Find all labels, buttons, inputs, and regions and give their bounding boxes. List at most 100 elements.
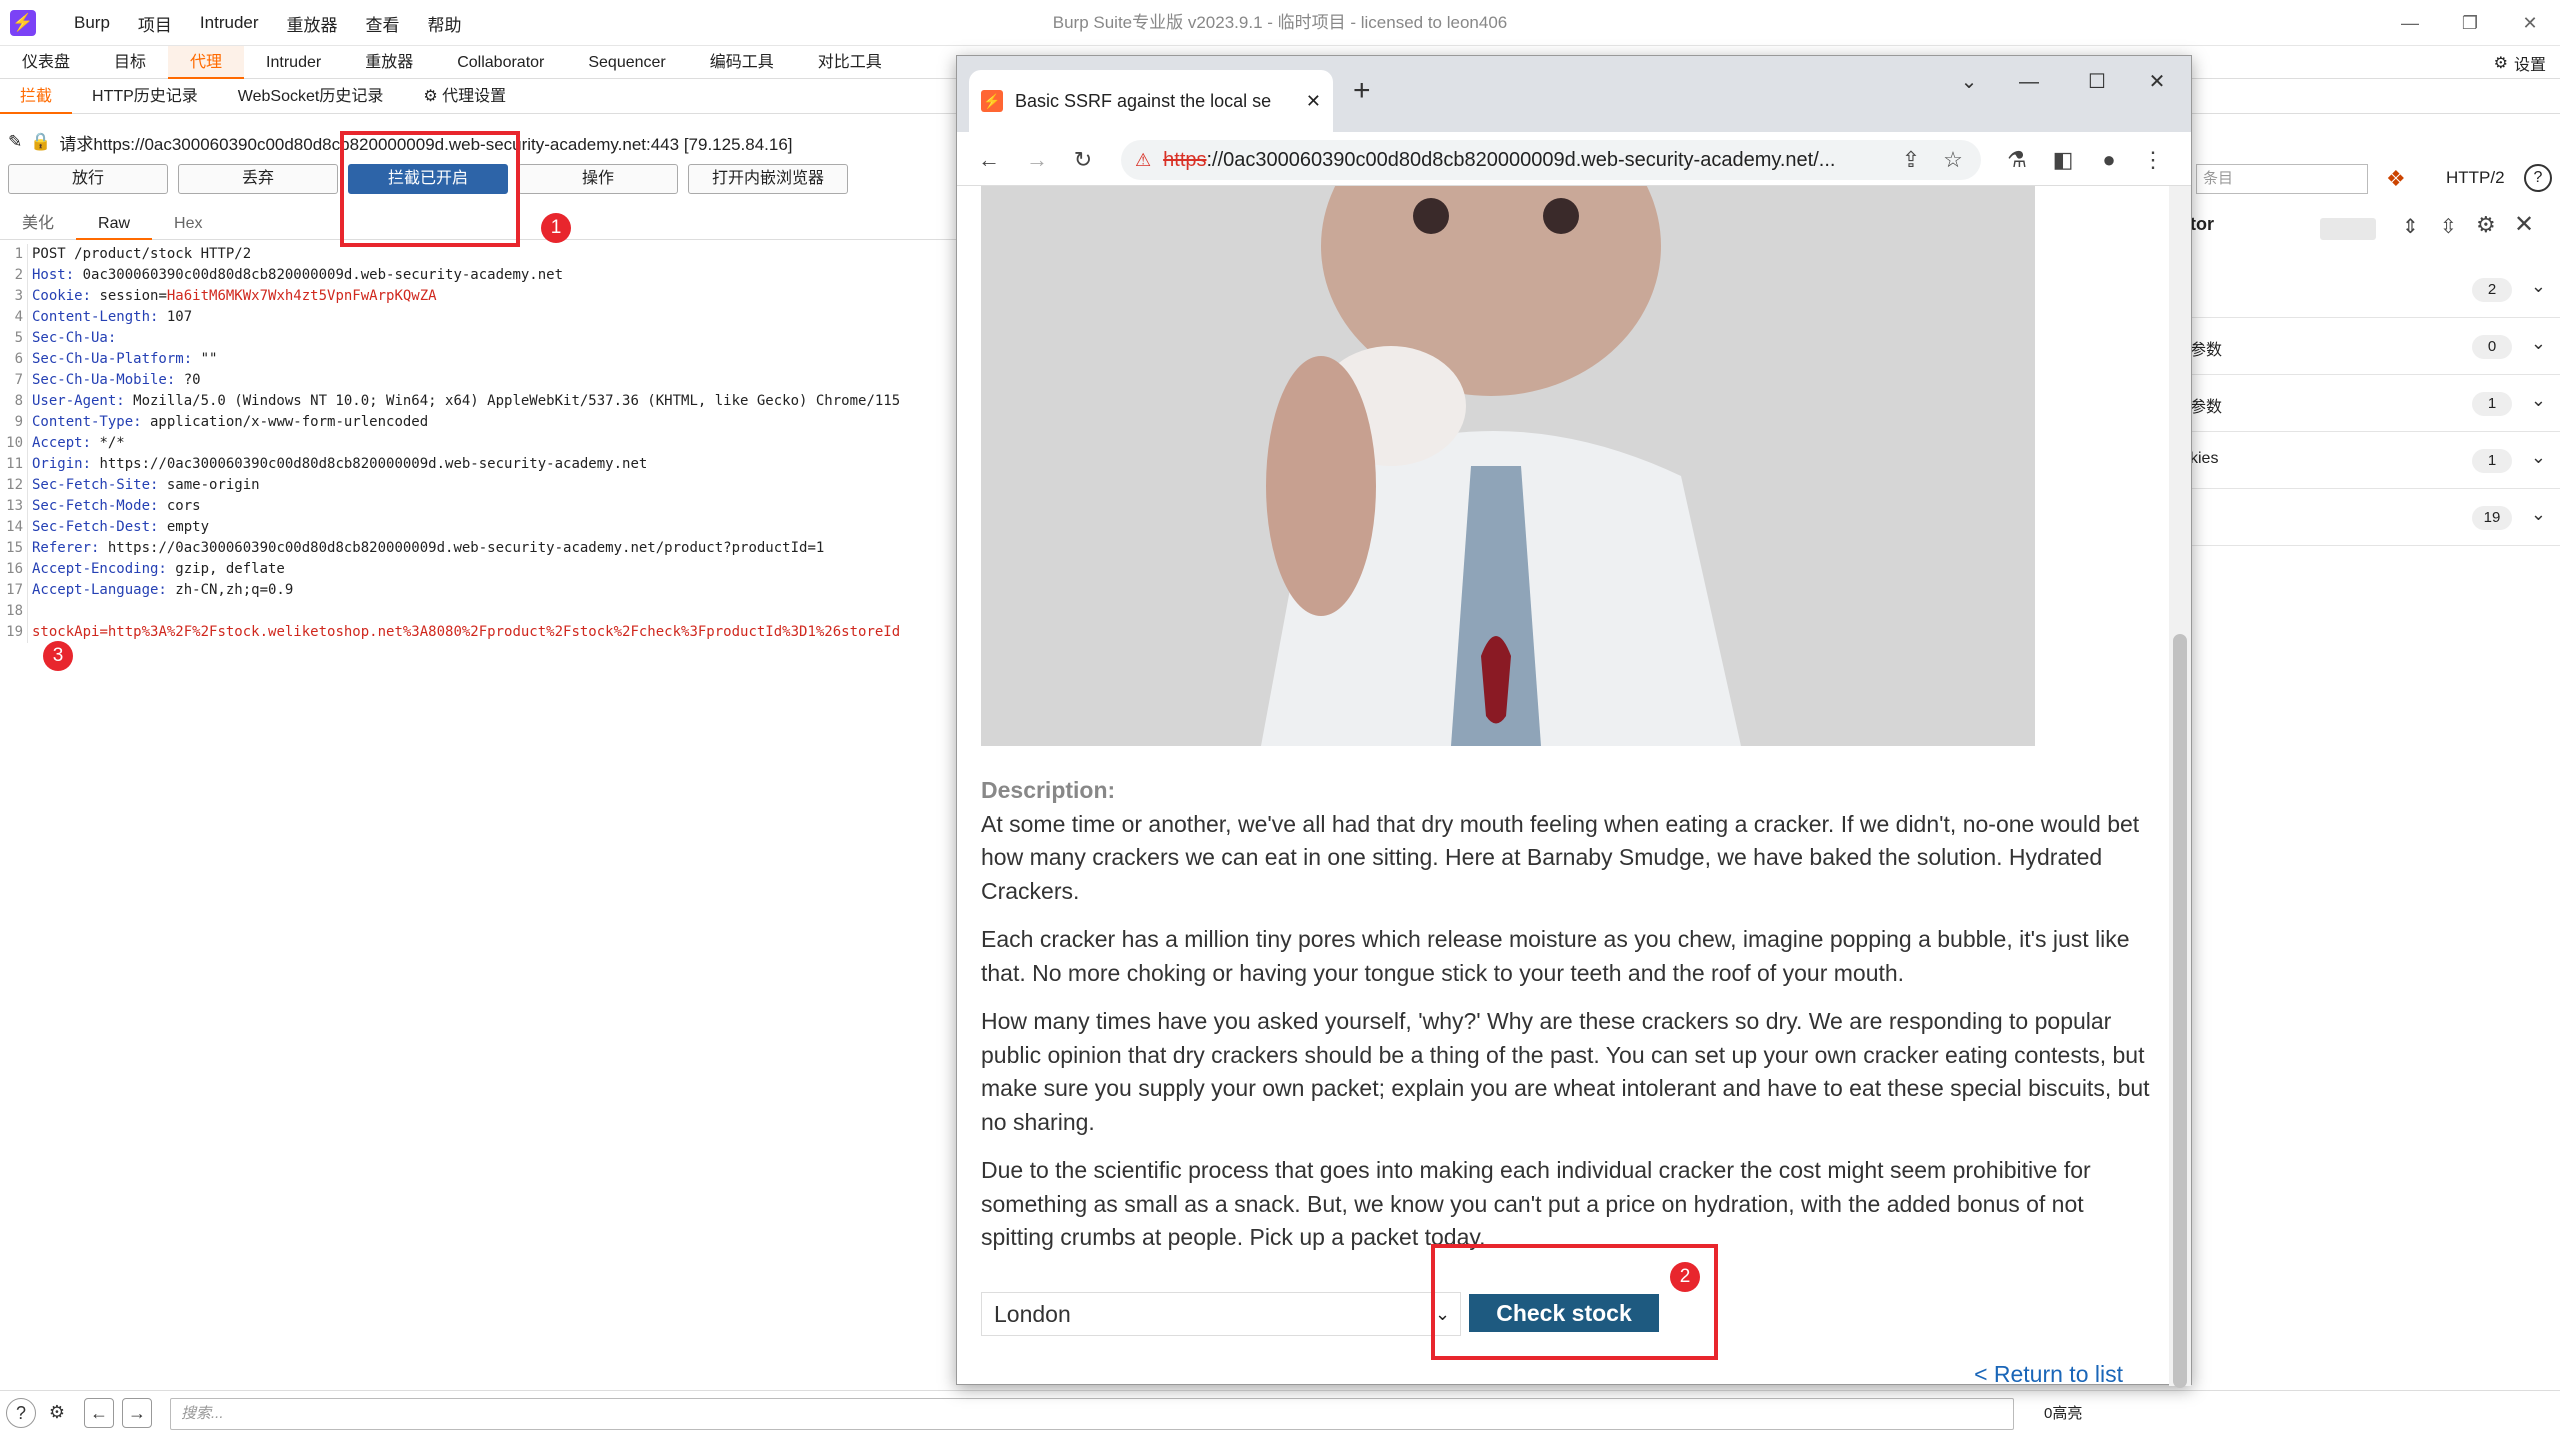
tab-websocket-history[interactable]: WebSocket历史记录 <box>218 80 404 114</box>
tab-target[interactable]: 目标 <box>92 46 168 79</box>
description-paragraph: Due to the scientific process that goes … <box>981 1157 2091 1250</box>
tab-repeater[interactable]: 重放器 <box>343 46 435 79</box>
inspector-row[interactable]: 参数 1 ⌄ <box>2190 376 2560 432</box>
forward-arrow-icon[interactable]: → <box>1021 144 1053 176</box>
request-line[interactable]: 14 Sec-Fetch-Dest: empty <box>0 517 956 538</box>
request-line[interactable]: 12 Sec-Fetch-Site: same-origin <box>0 475 956 496</box>
inspector-row[interactable]: 参数 0 ⌄ <box>2190 319 2560 375</box>
gear-icon[interactable]: ⚙ <box>2476 212 2496 238</box>
store-select[interactable]: London <box>981 1292 1461 1336</box>
vertical-scrollbar[interactable] <box>2169 186 2191 1388</box>
tab-intruder[interactable]: Intruder <box>244 46 343 79</box>
settings-button[interactable]: ⚙ 设置 <box>2494 46 2546 79</box>
layout-toggle[interactable] <box>2320 218 2376 240</box>
tab-http-history[interactable]: HTTP历史记录 <box>72 80 218 114</box>
share-icon[interactable]: ⇪ <box>1895 144 1927 176</box>
tab-comparer[interactable]: 对比工具 <box>796 46 904 79</box>
annotation-badge: 1 <box>541 213 571 243</box>
close-window-icon[interactable]: ✕ <box>2500 0 2560 46</box>
inspector-row[interactable]: kies 1 ⌄ <box>2190 433 2560 489</box>
expand-icon[interactable]: ⇕ <box>2402 214 2419 239</box>
return-to-list-link[interactable]: < Return to list <box>1974 1361 2123 1386</box>
tab-raw[interactable]: Raw <box>76 208 153 240</box>
reload-icon[interactable]: ↻ <box>1067 144 1099 176</box>
request-line[interactable]: 18 <box>0 601 956 622</box>
open-browser-button[interactable]: 打开内嵌浏览器 <box>688 164 848 194</box>
scrollbar-thumb[interactable] <box>2173 634 2187 1388</box>
count-badge: 2 <box>2472 278 2512 302</box>
request-line[interactable]: 2 Host: 0ac300060390c00d80d8cb820000009d.… <box>0 265 956 286</box>
line-number: 17 <box>0 580 28 601</box>
request-line[interactable]: 7 Sec-Ch-Ua-Mobile: ?0 <box>0 370 956 391</box>
restore-icon[interactable]: ❐ <box>2440 0 2500 46</box>
close-icon[interactable]: ✕ <box>2514 210 2534 239</box>
request-line[interactable]: 15 Referer: https://0ac300060390c00d80d8c… <box>0 538 956 559</box>
back-arrow-icon[interactable]: ← <box>84 1398 114 1428</box>
address-bar[interactable]: ⚠ https://0ac300060390c00d80d8cb82000000… <box>1121 140 1981 180</box>
request-line[interactable]: 5 Sec-Ch-Ua: <box>0 328 956 349</box>
browser-tab[interactable]: ⚡ Basic SSRF against the local se ✕ <box>969 70 1333 132</box>
line-number: 12 <box>0 475 28 496</box>
tab-proxy-settings[interactable]: ⚙ 代理设置 <box>403 80 526 114</box>
tab-pretty[interactable]: 美化 <box>0 208 76 240</box>
request-line[interactable]: 10 Accept: */* <box>0 433 956 454</box>
new-tab-icon[interactable]: + <box>1353 74 1371 108</box>
request-line[interactable]: 19 stockApi=http%3A%2F%2Fstock.weliketosh… <box>0 622 956 643</box>
pencil-icon[interactable]: ✎ <box>8 132 22 152</box>
request-line[interactable]: 3 Cookie: session=Ha6itM6MKWx7Wxh4zt5VpnF… <box>0 286 956 307</box>
extensions-icon[interactable]: ⚗ <box>2001 144 2033 176</box>
line-content: Host: 0ac300060390c00d80d8cb820000009d.w… <box>32 267 564 283</box>
gear-icon[interactable]: ⚙ <box>42 1398 72 1428</box>
request-editor[interactable]: 1 POST /product/stock HTTP/2 2 Host: 0ac300… <box>0 244 956 1384</box>
back-arrow-icon[interactable]: ← <box>973 144 1005 176</box>
annotation-badge: 3 <box>43 641 73 671</box>
tab-dashboard[interactable]: 仪表盘 <box>0 46 92 79</box>
maximize-icon[interactable]: ☐ <box>2071 62 2123 102</box>
annotation-box-check-stock <box>1431 1244 1718 1360</box>
tab-proxy[interactable]: 代理 <box>168 45 245 79</box>
tab-search-chevron-icon[interactable]: ⌄ <box>1943 62 1995 102</box>
request-line[interactable]: 9 Content-Type: application/x-www-form-ur… <box>0 412 956 433</box>
chevron-down-icon[interactable]: ⌄ <box>2531 504 2546 525</box>
http-version-label[interactable]: HTTP/2 <box>2446 168 2505 188</box>
request-line[interactable]: 17 Accept-Language: zh-CN,zh;q=0.9 <box>0 580 956 601</box>
request-line[interactable]: 1 POST /product/stock HTTP/2 <box>0 244 956 265</box>
url-scheme: https <box>1163 148 1207 171</box>
not-secure-icon[interactable]: ⚠ <box>1135 150 1151 171</box>
help-icon[interactable]: ? <box>2524 164 2552 192</box>
minimize-icon[interactable]: — <box>2380 0 2440 46</box>
bookmark-star-icon[interactable]: ☆ <box>1937 144 1969 176</box>
tab-intercept[interactable]: 拦截 <box>0 80 73 114</box>
close-tab-icon[interactable]: ✕ <box>1306 91 1321 112</box>
collapse-icon[interactable]: ⇳ <box>2440 214 2457 239</box>
request-line[interactable]: 16 Accept-Encoding: gzip, deflate <box>0 559 956 580</box>
more-menu-icon[interactable]: ⋮ <box>2137 144 2169 176</box>
chevron-down-icon[interactable]: ⌄ <box>2531 333 2546 354</box>
tab-sequencer[interactable]: Sequencer <box>566 46 687 79</box>
drop-button[interactable]: 丢弃 <box>178 164 338 194</box>
minimize-icon[interactable]: — <box>2003 62 2055 102</box>
request-line[interactable]: 8 User-Agent: Mozilla/5.0 (Windows NT 10.… <box>0 391 956 412</box>
color-palette-icon[interactable]: ❖ <box>2386 166 2406 192</box>
forward-arrow-icon[interactable]: → <box>122 1398 152 1428</box>
chevron-down-icon[interactable]: ⌄ <box>2531 276 2546 297</box>
request-line[interactable]: 13 Sec-Fetch-Mode: cors <box>0 496 956 517</box>
profile-icon[interactable]: ● <box>2093 144 2125 176</box>
search-input[interactable]: 搜索... <box>170 1398 2014 1430</box>
forward-button[interactable]: 放行 <box>8 164 168 194</box>
help-icon[interactable]: ? <box>6 1398 36 1428</box>
chevron-down-icon[interactable]: ⌄ <box>2531 447 2546 468</box>
inspector-row[interactable]: 2 ⌄ <box>2190 262 2560 318</box>
action-button[interactable]: 操作 <box>518 164 678 194</box>
close-window-icon[interactable]: ✕ <box>2131 62 2183 102</box>
request-line[interactable]: 11 Origin: https://0ac300060390c00d80d8cb… <box>0 454 956 475</box>
request-line[interactable]: 4 Content-Length: 107 <box>0 307 956 328</box>
inspector-search-input[interactable]: 条目 <box>2196 164 2368 194</box>
inspector-row[interactable]: 19 ⌄ <box>2190 490 2560 546</box>
chevron-down-icon[interactable]: ⌄ <box>2531 390 2546 411</box>
tab-decoder[interactable]: 编码工具 <box>688 46 796 79</box>
tab-hex[interactable]: Hex <box>152 208 224 240</box>
request-line[interactable]: 6 Sec-Ch-Ua-Platform: "" <box>0 349 956 370</box>
side-panel-icon[interactable]: ◧ <box>2047 144 2079 176</box>
tab-collaborator[interactable]: Collaborator <box>435 46 566 79</box>
